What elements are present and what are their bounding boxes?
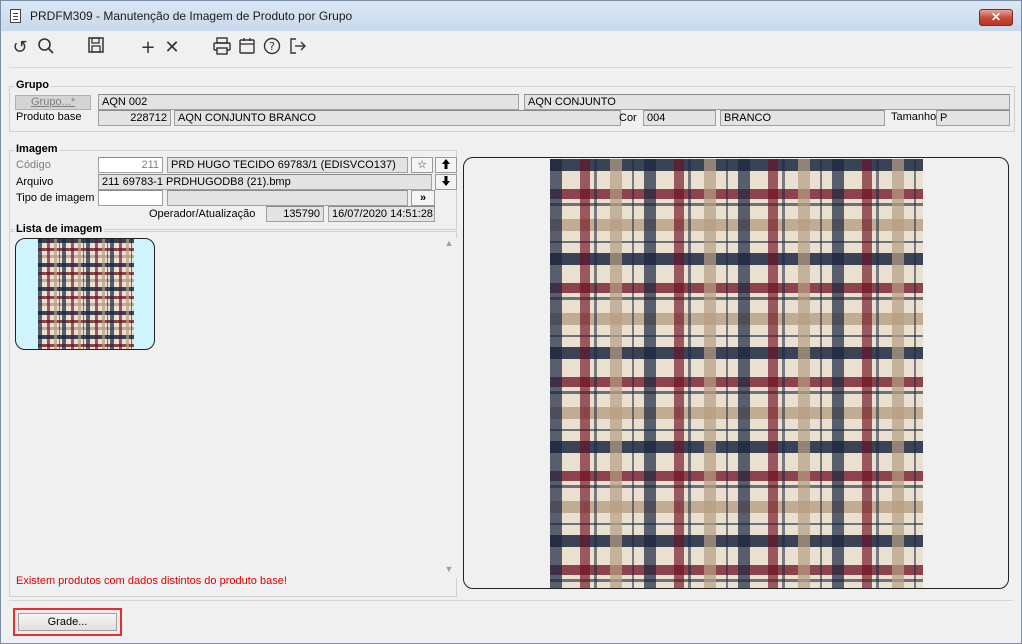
- image-thumbnail[interactable]: [15, 238, 155, 350]
- cor-label: Cor: [619, 112, 637, 124]
- produto-base-name-field: AQN CONJUNTO BRANCO: [174, 110, 621, 126]
- scroll-down-arrow[interactable]: ▼: [441, 564, 457, 578]
- move-up-button[interactable]: [435, 157, 457, 173]
- toolbar-divider: [9, 67, 1013, 68]
- codigo-label: Código: [16, 159, 51, 171]
- tamanho-label: Tamanho: [891, 111, 937, 123]
- imagem-section-title: Imagem: [14, 143, 60, 155]
- add-icon[interactable]: +: [137, 37, 159, 59]
- lista-imagem-title: Lista de imagem: [14, 223, 105, 235]
- tipo-imagem-lookup-button[interactable]: »: [411, 190, 435, 206]
- footer-divider: [9, 600, 1013, 601]
- arquivo-field[interactable]: 211 69783-1 PRDHUGODB8 (21).bmp: [98, 174, 432, 190]
- grupo-name-field: AQN CONJUNTO: [524, 94, 1010, 110]
- document-icon: [10, 9, 21, 23]
- help-icon[interactable]: ?: [261, 37, 283, 59]
- exit-icon[interactable]: [287, 37, 309, 59]
- produto-base-code-field[interactable]: 228712: [98, 110, 171, 126]
- tamanho-field[interactable]: P: [936, 110, 1010, 126]
- list-scrollbar[interactable]: ▲ ▼: [441, 238, 457, 578]
- codigo-description-field: PRD HUGO TECIDO 69783/1 (EDISVCO137): [167, 157, 408, 173]
- save-icon[interactable]: [85, 37, 107, 59]
- print-icon[interactable]: [211, 37, 233, 59]
- favorite-button[interactable]: ☆: [411, 157, 433, 173]
- search-icon[interactable]: [35, 37, 57, 59]
- atualizacao-field: 16/07/2020 14:51:28: [328, 206, 435, 222]
- grupo-code-field[interactable]: AQN 002: [98, 94, 519, 110]
- delete-icon[interactable]: ✕: [161, 37, 183, 59]
- grade-button[interactable]: Grade...: [18, 613, 117, 631]
- codigo-field[interactable]: 211: [98, 157, 163, 173]
- tipo-imagem-label: Tipo de imagem: [16, 192, 95, 204]
- undo-icon[interactable]: ↺: [9, 37, 31, 59]
- operador-field: 135790: [266, 206, 324, 222]
- grupo-lookup-button[interactable]: Grupo...*: [15, 95, 91, 110]
- cor-name-field: BRANCO: [720, 110, 885, 126]
- close-button[interactable]: ✕: [979, 9, 1013, 26]
- grupo-section-title: Grupo: [14, 79, 51, 91]
- plaid-preview-image: [550, 159, 923, 588]
- toolbar: ↺ + ✕ ?: [3, 31, 1021, 65]
- tipo-imagem-field[interactable]: [98, 190, 163, 206]
- operador-label: Operador/Atualização: [149, 208, 256, 220]
- scroll-up-arrow[interactable]: ▲: [441, 238, 457, 252]
- image-preview-panel: [463, 157, 1009, 589]
- tipo-imagem-description-field: [167, 190, 408, 206]
- grade-button-highlight: Grade...: [13, 608, 122, 636]
- svg-text:?: ?: [269, 40, 275, 53]
- move-down-button[interactable]: [435, 174, 457, 190]
- main-window: PRDFM309 - Manutenção de Imagem de Produ…: [0, 0, 1022, 644]
- cor-code-field[interactable]: 004: [643, 110, 716, 126]
- arquivo-label: Arquivo: [16, 176, 54, 188]
- plaid-thumbnail-image: [38, 239, 134, 349]
- title-bar: PRDFM309 - Manutenção de Imagem de Produ…: [1, 1, 1021, 31]
- window-title: PRDFM309 - Manutenção de Imagem de Produ…: [30, 9, 353, 23]
- warning-message: Existem produtos com dados distintos do …: [16, 575, 287, 587]
- calendar-icon[interactable]: [236, 37, 258, 59]
- produto-base-label: Produto base: [16, 111, 82, 123]
